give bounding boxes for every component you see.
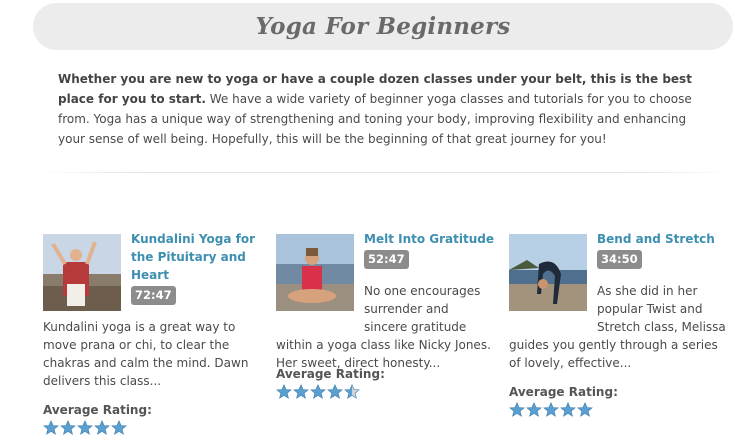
page-header: Yoga For Beginners xyxy=(33,3,733,50)
star-icon xyxy=(94,420,110,435)
intro-paragraph: Whether you are new to yoga or have a co… xyxy=(58,69,710,149)
star-icon xyxy=(77,420,93,435)
rating-label: Average Rating: xyxy=(509,385,618,399)
page-title: Yoga For Beginners xyxy=(255,13,511,40)
video-thumbnail[interactable] xyxy=(43,234,121,311)
duration-badge: 72:47 xyxy=(131,286,176,305)
rating-label: Average Rating: xyxy=(276,367,385,381)
video-description: Kundalini yoga is a great way to move pr… xyxy=(43,320,249,388)
video-description: As she did in her popular Twist and Stre… xyxy=(509,282,727,372)
star-icon xyxy=(60,420,76,435)
star-icon xyxy=(543,402,559,417)
star-icon xyxy=(43,420,59,435)
rating-block: Average Rating: xyxy=(509,383,618,417)
video-title-link[interactable]: Melt Into Gratitude 52:47 xyxy=(364,230,496,269)
star-rating xyxy=(43,420,152,435)
video-title[interactable]: Melt Into Gratitude xyxy=(364,230,496,248)
divider xyxy=(40,172,730,173)
rating-block: Average Rating: xyxy=(276,365,385,399)
star-rating xyxy=(276,384,385,399)
video-title[interactable]: Bend and Stretch xyxy=(597,230,729,248)
rating-block: Average Rating: xyxy=(43,401,152,435)
star-icon xyxy=(111,420,127,435)
star-icon xyxy=(310,384,326,399)
star-rating xyxy=(509,402,618,417)
duration-badge: 52:47 xyxy=(364,250,409,269)
video-title[interactable]: Kundalini Yoga for the Pituitary and Hea… xyxy=(131,230,263,284)
star-icon xyxy=(293,384,309,399)
star-icon xyxy=(526,402,542,417)
star-icon xyxy=(327,384,343,399)
rating-label: Average Rating: xyxy=(43,403,152,417)
star-icon xyxy=(577,402,593,417)
video-title-link[interactable]: Kundalini Yoga for the Pituitary and Hea… xyxy=(131,230,263,305)
float-spacer xyxy=(276,282,364,328)
star-icon xyxy=(276,384,292,399)
star-icon xyxy=(344,384,360,399)
video-description: No one encourages surrender and sincere … xyxy=(276,282,494,372)
float-spacer xyxy=(509,282,597,328)
star-icon xyxy=(509,402,525,417)
star-icon xyxy=(560,402,576,417)
video-title-link[interactable]: Bend and Stretch 34:50 xyxy=(597,230,729,269)
duration-badge: 34:50 xyxy=(597,250,642,269)
